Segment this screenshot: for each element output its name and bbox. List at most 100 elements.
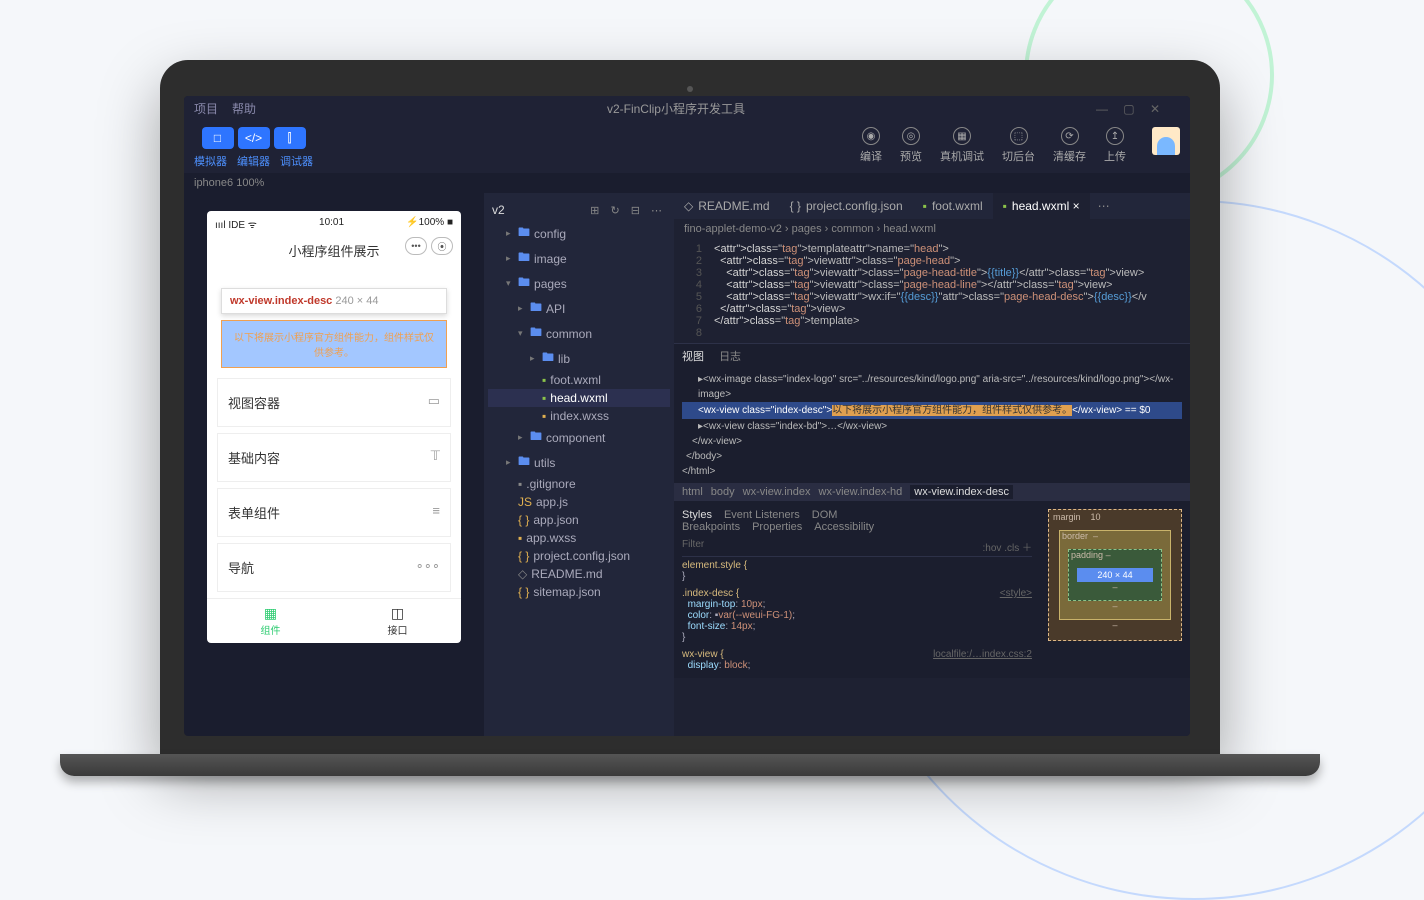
tree-item-API[interactable]: ▸🖿 API (488, 296, 670, 321)
tree-item-config[interactable]: ▸🖿 config (488, 221, 670, 246)
dom-crumb[interactable]: wx-view.index-desc (910, 485, 1013, 499)
style-rule-element[interactable]: element.style {} (682, 557, 1032, 585)
dom-crumb[interactable]: wx-view.index-hd (819, 486, 903, 498)
camera-dot (687, 86, 693, 92)
styles-tab-styles[interactable]: Styles (682, 509, 712, 521)
action-background[interactable]: ⬚切后台 (1002, 127, 1035, 164)
dom-node: </html> (682, 464, 1182, 479)
laptop-base (60, 754, 1320, 776)
tree-item-image[interactable]: ▸🖿 image (488, 246, 670, 271)
simulator-panel: ıııl IDE ᯤ 10:01 ⚡100% ■ 小程序组件展示 ••• ⦿ w… (184, 193, 484, 736)
dom-node-selected[interactable]: <wx-view class="index-desc">以下将展示小程序官方组件… (682, 402, 1182, 419)
dom-node: </wx-view> (682, 434, 1182, 449)
phone-time: 10:01 (319, 217, 344, 231)
tree-item-app-wxss[interactable]: ▪ app.wxss (488, 529, 670, 547)
mode-simulator-label: 模拟器 (194, 153, 227, 169)
dom-crumb[interactable]: body (711, 486, 735, 498)
menu-help[interactable]: 帮助 (232, 100, 256, 117)
mode-debugger-button[interactable]: ⫿ (274, 127, 306, 149)
grid-icon: ▦ (207, 605, 334, 622)
tree-item-app-js[interactable]: JS app.js (488, 493, 670, 511)
tree-item-project-config-json[interactable]: { } project.config.json (488, 547, 670, 565)
action-compile[interactable]: ◉编译 (860, 127, 882, 164)
tree-item-index-wxss[interactable]: ▪ index.wxss (488, 407, 670, 425)
style-rule-index-desc[interactable]: <style>.index-desc { margin-top: 10px; c… (682, 585, 1032, 646)
phone-battery: ⚡100% ■ (406, 217, 453, 231)
editor-tab-foot-wxml[interactable]: ▪ foot.wxml (913, 193, 993, 219)
inspect-tooltip: wx-view.index-desc 240 × 44 (221, 288, 447, 314)
menu-item-form[interactable]: 表单组件≡ (217, 488, 451, 537)
menu-item-view-container[interactable]: 视图容器▭ (217, 378, 451, 427)
styles-filter[interactable]: Filter (682, 539, 704, 554)
tree-item-sitemap-json[interactable]: { } sitemap.json (488, 583, 670, 601)
mode-editor-button[interactable]: </> (238, 127, 270, 149)
dom-node[interactable]: ▸<wx-view class="index-bd">…</wx-view> (682, 419, 1182, 434)
mode-simulator-button[interactable]: □ (202, 127, 234, 149)
dom-crumb[interactable]: html (682, 486, 703, 498)
highlighted-element[interactable]: 以下将展示小程序官方组件能力，组件样式仅供参考。 (221, 320, 447, 368)
phone-tab-api[interactable]: ◫接口 (334, 599, 461, 643)
tree-item-head-wxml[interactable]: ▪ head.wxml (488, 389, 670, 407)
tabs-overflow[interactable]: ⋯ (1090, 199, 1118, 213)
action-preview[interactable]: ◎预览 (900, 127, 922, 164)
text-icon: 𝕋 (431, 448, 440, 467)
user-avatar[interactable] (1152, 127, 1180, 155)
action-upload[interactable]: ↥上传 (1104, 127, 1126, 164)
device-status: iphone6 100% (184, 173, 1190, 193)
tree-item-README-md[interactable]: ◇ README.md (488, 565, 670, 583)
tree-item-app-json[interactable]: { } app.json (488, 511, 670, 529)
capsule-close-icon[interactable]: ⦿ (431, 237, 453, 255)
tree-item-component[interactable]: ▸🖿 component (488, 425, 670, 450)
menu-item-navigation[interactable]: 导航∘∘∘ (217, 543, 451, 592)
editor-panel: ◇ README.md{ } project.config.json▪ foot… (674, 193, 1190, 736)
explorer-actions[interactable]: ⊞ ↻ ⊟ ⋯ (590, 204, 666, 217)
window-title: v2-FinClip小程序开发工具 (270, 100, 1082, 117)
dom-node: </body> (682, 449, 1182, 464)
inspector-tab-view[interactable]: 视图 (682, 351, 704, 363)
capsule-more-icon[interactable]: ••• (405, 237, 427, 255)
dots-icon: ∘∘∘ (416, 558, 440, 577)
tree-item-common[interactable]: ▾🖿 common (488, 321, 670, 346)
file-explorer: v2 ⊞ ↻ ⊟ ⋯ ▸🖿 config▸🖿 image▾🖿 pages▸🖿 A… (484, 193, 674, 736)
action-clear-cache[interactable]: ⟳清缓存 (1053, 127, 1086, 164)
window-controls[interactable]: — ▢ ✕ (1096, 102, 1166, 116)
phone-page-title: 小程序组件展示 (288, 244, 379, 259)
tree-item-utils[interactable]: ▸🖿 utils (488, 450, 670, 475)
container-icon: ▭ (428, 393, 440, 412)
tree-item-pages[interactable]: ▾🖿 pages (488, 271, 670, 296)
action-remote-debug[interactable]: ▦真机调试 (940, 127, 984, 164)
dom-tree[interactable]: ▸<wx-image class="index-logo" src="../re… (674, 368, 1190, 483)
mode-debugger-label: 调试器 (280, 153, 313, 169)
tree-item-lib[interactable]: ▸🖿 lib (488, 346, 670, 371)
cube-icon: ◫ (334, 605, 461, 622)
styles-tab-properties[interactable]: Properties (752, 521, 802, 533)
laptop-frame: 项目 帮助 v2-FinClip小程序开发工具 — ▢ ✕ □ </> ⫿ 模拟… (160, 60, 1220, 776)
tree-item-foot-wxml[interactable]: ▪ foot.wxml (488, 371, 670, 389)
phone-tab-components[interactable]: ▦组件 (207, 599, 334, 643)
dom-breadcrumbs[interactable]: html body wx-view.index wx-view.index-hd wx-… (674, 483, 1190, 501)
tree-item--gitignore[interactable]: ▪ .gitignore (488, 475, 670, 493)
code-editor[interactable]: 1<attr">class="tag">template attr">name=… (674, 239, 1190, 343)
styles-tab-event-listeners[interactable]: Event Listeners (724, 509, 800, 521)
phone-signal: ıııl IDE ᯤ (215, 217, 257, 231)
editor-tab-README-md[interactable]: ◇ README.md (674, 193, 780, 219)
dom-crumb[interactable]: wx-view.index (743, 486, 811, 498)
menu-item-basic-content[interactable]: 基础内容𝕋 (217, 433, 451, 482)
inspector-tab-log[interactable]: 日志 (719, 351, 741, 363)
toolbar: □ </> ⫿ 模拟器 编辑器 调试器 ◉编译 ◎预览 ▦真机调试 ⬚切后台 ⟳… (184, 121, 1190, 173)
editor-tab-head-wxml[interactable]: ▪ head.wxml × (993, 193, 1090, 219)
style-rule-wx-view[interactable]: localfile:/…index.css:2wx-view { display… (682, 646, 1032, 674)
styles-tab-accessibility[interactable]: Accessibility (814, 521, 874, 533)
menubar: 项目 帮助 v2-FinClip小程序开发工具 — ▢ ✕ (184, 96, 1190, 121)
dom-node[interactable]: ▸<wx-image class="index-logo" src="../re… (682, 372, 1182, 402)
breadcrumbs[interactable]: fino-applet-demo-v2 › pages › common › h… (674, 219, 1190, 239)
mode-editor-label: 编辑器 (237, 153, 270, 169)
tree-root[interactable]: v2 (492, 203, 505, 217)
menu-project[interactable]: 项目 (194, 100, 218, 117)
box-model: margin 10 border – padding – 240 × 44 – … (1040, 501, 1190, 678)
editor-tabs: ◇ README.md{ } project.config.json▪ foot… (674, 193, 1190, 219)
phone-preview: ıııl IDE ᯤ 10:01 ⚡100% ■ 小程序组件展示 ••• ⦿ w… (207, 211, 461, 643)
editor-tab-project-config-json[interactable]: { } project.config.json (780, 193, 913, 219)
inspector-panel: 视图 日志 ▸<wx-image class="index-logo" src=… (674, 343, 1190, 678)
styles-hov-cls[interactable]: :hov .cls ＋ (983, 539, 1032, 554)
